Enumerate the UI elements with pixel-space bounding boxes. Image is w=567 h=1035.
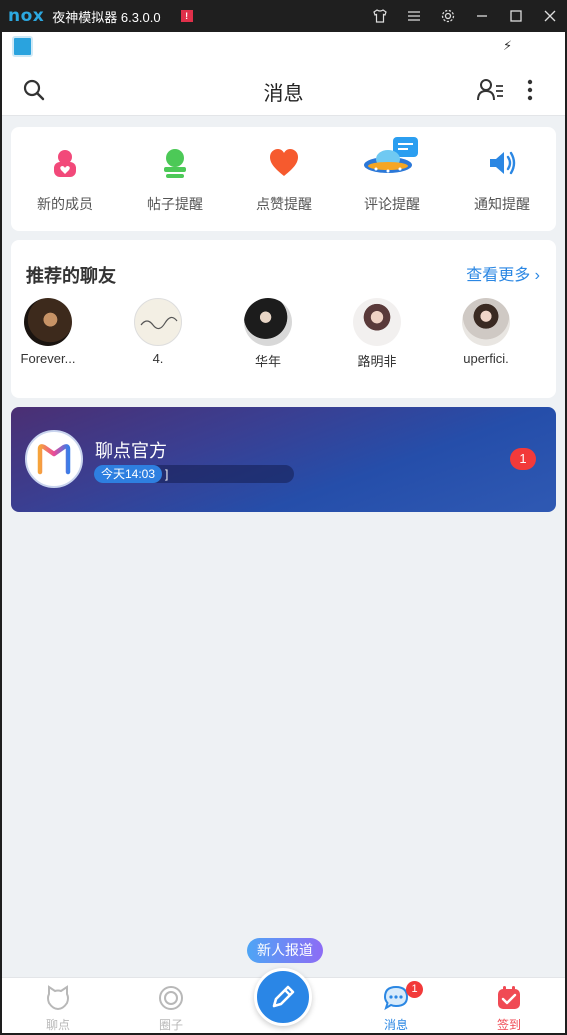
avatar: [24, 298, 72, 346]
minimize-icon[interactable]: [465, 0, 499, 32]
emulator-titlebar: nox 夜神模拟器 6.3.0.0 !: [0, 0, 567, 32]
friend-item[interactable]: 路明非: [332, 298, 422, 370]
view-more-link[interactable]: 查看更多 ›: [466, 261, 540, 285]
tab-chat[interactable]: 聊点: [13, 978, 103, 1033]
menu-icon[interactable]: [397, 0, 431, 32]
post-reminder-icon: [159, 147, 191, 179]
gear-icon[interactable]: [431, 0, 465, 32]
new-member-shortcut[interactable]: 新的成员: [11, 127, 119, 231]
tab-badge: 1: [406, 981, 423, 998]
post-reminder-shortcut[interactable]: 帖子提醒: [121, 127, 229, 231]
tab-label: 消息: [383, 1018, 408, 1032]
friend-name: uperfici.: [463, 351, 509, 366]
unread-badge: 1: [510, 448, 536, 470]
chat-name: 聊点官方: [95, 441, 167, 461]
friend-item[interactable]: 4.: [113, 298, 203, 366]
new-member-icon: [49, 147, 81, 179]
nox-app-icon: [12, 36, 33, 57]
status-bar: ⚡: [2, 32, 565, 60]
recommended-friends: 推荐的聊友 查看更多 › Forever... 4. 华年 路明非 uperfi…: [11, 240, 556, 398]
friend-name: Forever...: [20, 351, 76, 366]
avatar: [244, 298, 292, 346]
shortcut-label: 帖子提醒: [147, 196, 203, 212]
more-options-icon[interactable]: [526, 79, 534, 106]
avatar: [353, 298, 401, 346]
like-reminder-icon: [268, 147, 300, 179]
avatar: [134, 298, 182, 346]
app-header: 消息: [2, 60, 565, 116]
pencil-icon: [272, 985, 295, 1008]
comment-reminder-icon: [362, 135, 422, 185]
like-reminder-shortcut[interactable]: 点赞提醒: [230, 127, 338, 231]
tab-label: 签到: [496, 1018, 521, 1032]
emulator-title: 夜神模拟器 6.3.0.0: [52, 9, 161, 25]
contacts-list-icon[interactable]: [476, 77, 504, 108]
close-icon[interactable]: [533, 0, 567, 32]
cat-face-icon: [45, 985, 71, 1011]
shortcut-label: 评论提醒: [364, 196, 420, 212]
reminder-shortcuts: 新的成员 帖子提醒 点赞提醒 评论提醒 通知提醒: [11, 127, 556, 231]
friend-name: 4.: [152, 351, 164, 366]
section-title: 推荐的聊友: [26, 266, 116, 286]
phone-screen: ⚡ 消息 新的成员 帖子提醒 点赞提醒 评论提醒 通知提醒 推荐的聊友 查看更多…: [2, 32, 565, 1033]
friend-item[interactable]: uperfici.: [441, 298, 531, 366]
friend-name: 路明非: [357, 354, 397, 369]
maximize-icon[interactable]: [499, 0, 533, 32]
view-more-label: 查看更多: [466, 267, 531, 284]
chevron-right-icon: ›: [534, 267, 540, 284]
official-chat-item[interactable]: 聊点官方 ] 今天14:03 1: [11, 407, 556, 512]
checkin-icon: [496, 985, 522, 1011]
tab-label: 圈子: [158, 1018, 183, 1032]
shortcut-label: 新的成员: [37, 196, 93, 212]
shirt-icon[interactable]: [363, 0, 397, 32]
message-snippet: ]: [165, 467, 169, 481]
comment-reminder-shortcut[interactable]: 评论提醒: [338, 127, 446, 231]
tab-circle[interactable]: 圈子: [126, 978, 216, 1033]
official-avatar: [25, 430, 83, 488]
tab-label: 聊点: [45, 1018, 70, 1032]
shortcut-label: 通知提醒: [474, 196, 530, 212]
nox-logo: nox: [8, 6, 45, 26]
compose-button[interactable]: [254, 968, 312, 1026]
friend-name: 华年: [254, 354, 281, 369]
friend-item[interactable]: Forever...: [3, 298, 93, 366]
warning-icon[interactable]: !: [180, 10, 193, 22]
notice-reminder-icon: [486, 147, 518, 179]
tab-messages[interactable]: 1 消息: [351, 978, 441, 1033]
avatar: [462, 298, 510, 346]
circle-icon: [158, 985, 184, 1011]
newcomer-tooltip[interactable]: 新人报道: [247, 938, 323, 963]
shortcut-label: 点赞提醒: [256, 196, 312, 212]
charging-icon: ⚡: [503, 38, 513, 53]
message-time: 今天14:03: [94, 465, 163, 483]
tab-checkin[interactable]: 签到: [464, 978, 554, 1033]
window-controls: [363, 0, 567, 32]
notice-reminder-shortcut[interactable]: 通知提醒: [448, 127, 556, 231]
friend-item[interactable]: 华年: [223, 298, 313, 370]
